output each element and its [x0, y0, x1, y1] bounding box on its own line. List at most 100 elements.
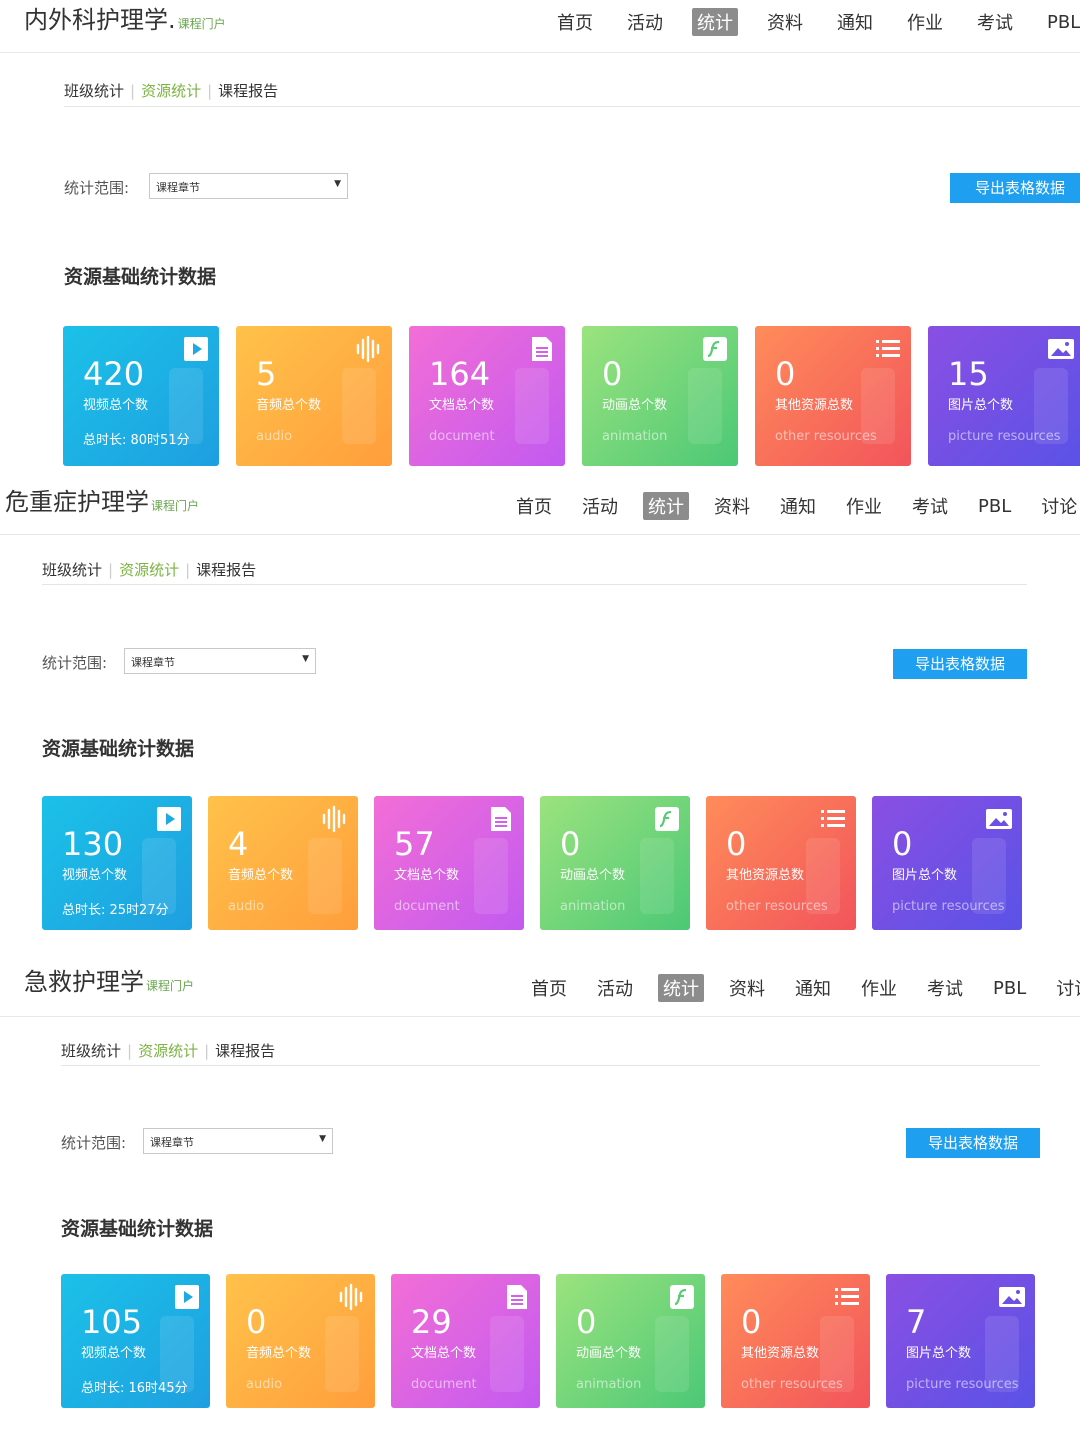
- subtab-class-stats[interactable]: 班级统计: [42, 559, 102, 580]
- stat-card-pic[interactable]: 0 图片总个数 picture resources: [872, 796, 1022, 930]
- audio-wave-icon: [337, 1282, 367, 1312]
- nav-activity[interactable]: 活动: [592, 974, 638, 1002]
- nav-statistics[interactable]: 统计: [643, 492, 689, 520]
- stat-label: 其他资源总数: [741, 1346, 820, 1361]
- video-duration: 总时长: 80时51分: [83, 433, 190, 448]
- course-title[interactable]: 内外科护理学. 课程门户: [24, 0, 226, 35]
- nav-exam[interactable]: 考试: [907, 492, 953, 520]
- range-select[interactable]: 课程章节 ▼: [124, 648, 316, 674]
- stat-card-other[interactable]: 0 其他资源总数 other resources: [721, 1274, 870, 1408]
- stat-card-other[interactable]: 0 其他资源总数 other resources: [755, 326, 911, 466]
- nav-home[interactable]: 首页: [526, 974, 572, 1002]
- export-table-button[interactable]: 导出表格数据: [950, 173, 1080, 203]
- nav-homework[interactable]: 作业: [841, 492, 887, 520]
- flash-icon: [667, 1282, 697, 1312]
- dropdown-arrow-icon: ▼: [334, 179, 341, 189]
- stat-label: 视频总个数: [62, 868, 128, 883]
- stat-card-other[interactable]: 0 其他资源总数 other resources: [706, 796, 856, 930]
- nav-home[interactable]: 首页: [511, 492, 557, 520]
- stat-card-audio[interactable]: 5 音频总个数 audio: [236, 326, 392, 466]
- course-portal-link[interactable]: 课程门户: [178, 17, 226, 31]
- subtab-course-report[interactable]: 课程报告: [218, 80, 278, 101]
- course-header: 急救护理学课程门户 首页 活动 统计 资料 通知 作业 考试 PBL 讨论 管理: [0, 960, 1080, 1017]
- nav-notice[interactable]: 通知: [775, 492, 821, 520]
- stat-sublabel: document: [394, 899, 460, 914]
- stat-sublabel: audio: [228, 899, 265, 914]
- nav-statistics[interactable]: 统计: [692, 8, 738, 36]
- stat-card-video[interactable]: 130 视频总个数 总时长: 25时27分: [42, 796, 192, 930]
- subtab-separator: |: [185, 560, 191, 579]
- nav-materials[interactable]: 资料: [762, 8, 808, 36]
- nav-pbl[interactable]: PBL: [1042, 11, 1080, 34]
- stat-value: 0: [246, 1303, 267, 1341]
- export-table-button[interactable]: 导出表格数据: [906, 1128, 1040, 1158]
- course-title[interactable]: 急救护理学 课程门户: [24, 962, 194, 997]
- card-decoration: [655, 1316, 689, 1392]
- nav-activity[interactable]: 活动: [577, 492, 623, 520]
- export-table-button[interactable]: 导出表格数据: [893, 649, 1027, 679]
- stat-card-audio[interactable]: 4 音频总个数 audio: [208, 796, 358, 930]
- stat-card-anim[interactable]: 0 动画总个数 animation: [582, 326, 738, 466]
- nav-activity[interactable]: 活动: [622, 8, 668, 36]
- nav-statistics[interactable]: 统计: [658, 974, 704, 1002]
- stat-label: 动画总个数: [576, 1346, 642, 1361]
- stat-value: 0: [602, 355, 623, 393]
- stat-card-pic[interactable]: 7 图片总个数 picture resources: [886, 1274, 1035, 1408]
- stat-sublabel: other resources: [741, 1377, 843, 1392]
- stat-card-doc[interactable]: 164 文档总个数 document: [409, 326, 565, 466]
- stat-card-anim[interactable]: 0 动画总个数 animation: [540, 796, 690, 930]
- stat-card-pic[interactable]: 15 图片总个数 picture resources: [928, 326, 1080, 466]
- image-icon: [997, 1282, 1027, 1312]
- range-select[interactable]: 课程章节 ▼: [149, 173, 348, 199]
- card-decoration: [474, 838, 508, 914]
- course-portal-link[interactable]: 课程门户: [151, 499, 199, 513]
- stat-value: 0: [726, 825, 747, 863]
- course-panel-3: 急救护理学课程门户 首页 活动 统计 资料 通知 作业 考试 PBL 讨论 管理…: [0, 960, 1080, 1440]
- course-header: 危重症护理学课程门户 首页 活动 统计 资料 通知 作业 考试 PBL 讨论 管…: [0, 478, 1080, 535]
- subtab-resource-stats[interactable]: 资源统计: [141, 80, 201, 101]
- list-icon: [818, 804, 848, 834]
- stat-value: 0: [892, 825, 913, 863]
- subtab-class-stats[interactable]: 班级统计: [61, 1040, 121, 1061]
- section-title: 资源基础统计数据: [64, 266, 217, 288]
- course-title-text: 危重症护理学: [5, 488, 149, 516]
- nav-pbl[interactable]: PBL: [973, 495, 1016, 518]
- nav-discussion[interactable]: 讨论: [1036, 492, 1080, 520]
- subtab-resource-stats[interactable]: 资源统计: [138, 1040, 198, 1061]
- stat-subtabs: 班级统计 | 资源统计 | 课程报告: [42, 559, 256, 580]
- stat-sublabel: document: [411, 1377, 477, 1392]
- subtab-course-report[interactable]: 课程报告: [215, 1040, 275, 1061]
- nav-notice[interactable]: 通知: [832, 8, 878, 36]
- course-portal-link[interactable]: 课程门户: [146, 979, 194, 993]
- nav-exam[interactable]: 考试: [972, 8, 1018, 36]
- nav-home[interactable]: 首页: [552, 8, 598, 36]
- stat-sublabel: other resources: [775, 429, 877, 444]
- stat-card-video[interactable]: 105 视频总个数 总时长: 16时45分: [61, 1274, 210, 1408]
- nav-materials[interactable]: 资料: [724, 974, 770, 1002]
- subtab-course-report[interactable]: 课程报告: [196, 559, 256, 580]
- subtab-separator: |: [130, 81, 136, 100]
- subtab-resource-stats[interactable]: 资源统计: [119, 559, 179, 580]
- nav-homework[interactable]: 作业: [902, 8, 948, 36]
- stat-label: 文档总个数: [411, 1346, 477, 1361]
- stat-card-doc[interactable]: 57 文档总个数 document: [374, 796, 524, 930]
- nav-homework[interactable]: 作业: [856, 974, 902, 1002]
- card-decoration: [342, 368, 376, 444]
- stat-card-anim[interactable]: 0 动画总个数 animation: [556, 1274, 705, 1408]
- nav-materials[interactable]: 资料: [709, 492, 755, 520]
- stat-sublabel: audio: [246, 1377, 283, 1392]
- stat-card-audio[interactable]: 0 音频总个数 audio: [226, 1274, 375, 1408]
- range-select[interactable]: 课程章节 ▼: [143, 1128, 333, 1154]
- subtab-class-stats[interactable]: 班级统计: [64, 80, 124, 101]
- nav-pbl[interactable]: PBL: [988, 977, 1031, 1000]
- stat-card-doc[interactable]: 29 文档总个数 document: [391, 1274, 540, 1408]
- section-title: 资源基础统计数据: [42, 738, 195, 760]
- nav-discussion[interactable]: 讨论: [1051, 974, 1080, 1002]
- nav-notice[interactable]: 通知: [790, 974, 836, 1002]
- stat-card-video[interactable]: 420 视频总个数 总时长: 80时51分: [63, 326, 219, 466]
- stat-value: 29: [411, 1303, 452, 1341]
- nav-exam[interactable]: 考试: [922, 974, 968, 1002]
- course-title[interactable]: 危重症护理学 课程门户: [5, 482, 199, 517]
- card-decoration: [325, 1316, 359, 1392]
- stat-label: 图片总个数: [948, 398, 1014, 413]
